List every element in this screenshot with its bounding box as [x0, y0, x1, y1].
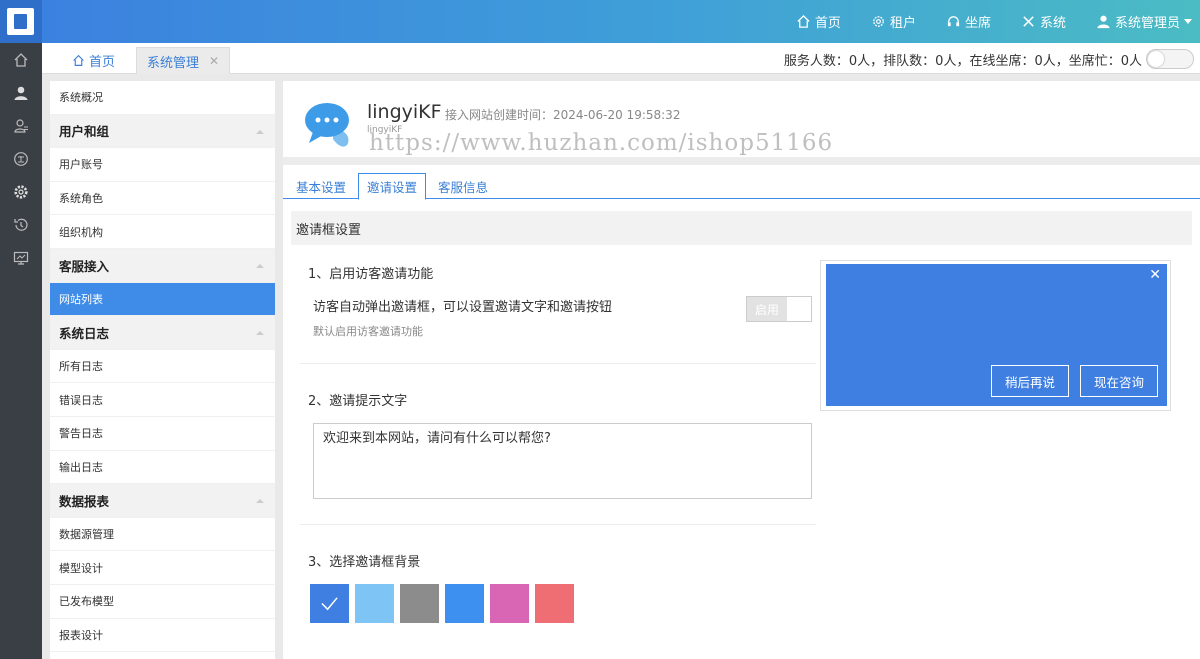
chat-bubble-icon: [305, 103, 349, 147]
menu-group-system-logs[interactable]: 系统日志: [50, 316, 275, 350]
top-header: 首页 租户 坐席 系统 系统管理员: [0, 0, 1200, 43]
top-nav-home[interactable]: 首页: [796, 12, 841, 31]
tab-home[interactable]: 首页: [72, 47, 115, 74]
menu-item-warning-logs[interactable]: 警告日志: [50, 417, 275, 451]
tab-strip: 首页 系统管理 ✕ 服务人数：0人，排队数：0人，在线坐席：0人，坐席忙：0人: [42, 43, 1200, 74]
consult-now-button[interactable]: 现在咨询: [1080, 365, 1158, 397]
tab-system-management[interactable]: 系统管理 ✕: [136, 47, 230, 74]
top-nav-system[interactable]: 系统: [1021, 12, 1066, 31]
watermark-text: https://www.huzhan.com/ishop51166: [369, 130, 834, 156]
main-panel: lingyiKF 接入网站创建时间：2024-06-20 19:58:32 li…: [283, 81, 1200, 659]
swatch-light-blue[interactable]: [355, 584, 394, 623]
menu-group-service-access[interactable]: 客服接入: [50, 248, 275, 283]
q1-description: 访客自动弹出邀请框，可以设置邀请文字和邀请按钮: [313, 300, 613, 315]
tab-agent-info[interactable]: 客服信息: [430, 173, 496, 199]
menu-item-user-accounts[interactable]: 用户账号: [50, 148, 275, 182]
rail-settings[interactable]: [0, 175, 42, 208]
top-nav-tenant-label: 租户: [889, 16, 916, 31]
q3-title: 3、选择邀请框背景: [308, 555, 421, 570]
close-icon[interactable]: ✕: [209, 54, 219, 68]
user-icon: [14, 86, 28, 100]
site-created-time: 接入网站创建时间：2024-06-20 19:58:32: [445, 108, 681, 122]
tab-basic-settings[interactable]: 基本设置: [288, 173, 354, 199]
site-name: lingyiKF: [367, 101, 442, 123]
service-status-text: 服务人数：0人，排队数：0人，在线坐席：0人，坐席忙：0人: [783, 54, 1142, 69]
menu-item-error-logs[interactable]: 错误日志: [50, 383, 275, 417]
headset-icon: [947, 16, 960, 27]
user-menu-label: 系统管理员: [1114, 16, 1180, 31]
top-nav-agent-label: 坐席: [964, 16, 991, 31]
q1-hint: 默认启用访客邀请功能: [313, 325, 423, 338]
q2-title: 2、邀请提示文字: [308, 394, 408, 409]
user-icon: [1097, 15, 1110, 29]
app-logo[interactable]: [7, 8, 34, 35]
sidebar-menu: 系统概况 用户和组 用户账号 系统角色 组织机构 客服接入 网站列表 系统日志 …: [50, 81, 275, 659]
gear-icon: [14, 184, 28, 199]
monitor-icon: [13, 251, 29, 265]
invite-preview: ✕ 稍后再说 现在咨询: [820, 260, 1171, 411]
top-nav-agent[interactable]: 坐席: [946, 12, 991, 31]
top-nav-tenant[interactable]: 租户: [871, 12, 916, 31]
menu-item-all-logs[interactable]: 所有日志: [50, 350, 275, 384]
settings-tabs: 基本设置 邀请设置 客服信息: [283, 173, 1200, 200]
home-icon: [73, 54, 84, 66]
top-nav: 首页 租户 坐席 系统 系统管理员: [766, 0, 1192, 43]
rail-knowledge[interactable]: [0, 142, 42, 175]
checkmark-icon: [321, 597, 338, 611]
tools-icon: [1023, 16, 1034, 27]
q1-title: 1、启用访客邀请功能: [308, 267, 434, 282]
later-button[interactable]: 稍后再说: [991, 365, 1069, 397]
menu-item-output-logs[interactable]: 输出日志: [50, 451, 275, 485]
top-nav-system-label: 系统: [1039, 16, 1066, 31]
menu-item-system-overview[interactable]: 系统概况: [50, 81, 275, 115]
agent-busy-toggle[interactable]: [1146, 49, 1194, 69]
divider: [300, 524, 816, 525]
section-title: 邀请框设置: [291, 211, 1192, 245]
history-icon: [14, 218, 28, 231]
swatch-red[interactable]: [535, 584, 574, 623]
tab-invite-settings[interactable]: 邀请设置: [358, 173, 427, 200]
menu-item-report-design[interactable]: 报表设计: [50, 619, 275, 653]
divider: [300, 363, 816, 364]
swatch-gray[interactable]: [400, 584, 439, 623]
home-icon: [14, 52, 28, 67]
menu-group-users-groups[interactable]: 用户和组: [50, 114, 275, 149]
home-icon: [797, 14, 810, 28]
menu-item-published-models[interactable]: 已发布模型: [50, 585, 275, 619]
contacts-icon: [14, 118, 28, 133]
switch-label: 启用: [747, 297, 787, 321]
menu-item-datasource-management[interactable]: 数据源管理: [50, 518, 275, 552]
menu-item-organizations[interactable]: 组织机构: [50, 215, 275, 249]
background-swatches: [310, 584, 580, 623]
menu-group-data-reports[interactable]: 数据报表: [50, 484, 275, 518]
top-nav-home-label: 首页: [814, 16, 841, 31]
site-header: lingyiKF 接入网站创建时间：2024-06-20 19:58:32 li…: [283, 81, 1200, 165]
invite-text-input[interactable]: 欢迎来到本网站，请问有什么可以帮您?: [313, 423, 812, 499]
knowledge-icon: [14, 151, 28, 166]
rail-contacts[interactable]: [0, 109, 42, 142]
menu-item-system-roles[interactable]: 系统角色: [50, 182, 275, 216]
tab-home-label: 首页: [89, 55, 116, 70]
tab-system-management-label: 系统管理: [147, 55, 200, 71]
rail-home[interactable]: [0, 43, 42, 76]
swatch-pink[interactable]: [490, 584, 529, 623]
chevron-down-icon: [1184, 19, 1192, 24]
close-icon[interactable]: ✕: [1149, 267, 1161, 283]
rail-monitor[interactable]: [0, 241, 42, 274]
user-menu[interactable]: 系统管理员: [1096, 12, 1192, 31]
swatch-bright-blue[interactable]: [445, 584, 484, 623]
logo-container: [0, 0, 42, 43]
swatch-blue[interactable]: [310, 584, 349, 623]
invite-preview-box: ✕ 稍后再说 现在咨询: [826, 264, 1167, 406]
icon-rail: [0, 43, 42, 659]
menu-item-website-list[interactable]: 网站列表: [50, 282, 275, 317]
rail-history[interactable]: [0, 208, 42, 241]
invite-enable-switch[interactable]: 启用: [746, 296, 812, 322]
menu-item-model-design[interactable]: 模型设计: [50, 551, 275, 585]
rail-user[interactable]: [0, 76, 42, 109]
gear-icon: [873, 16, 884, 27]
